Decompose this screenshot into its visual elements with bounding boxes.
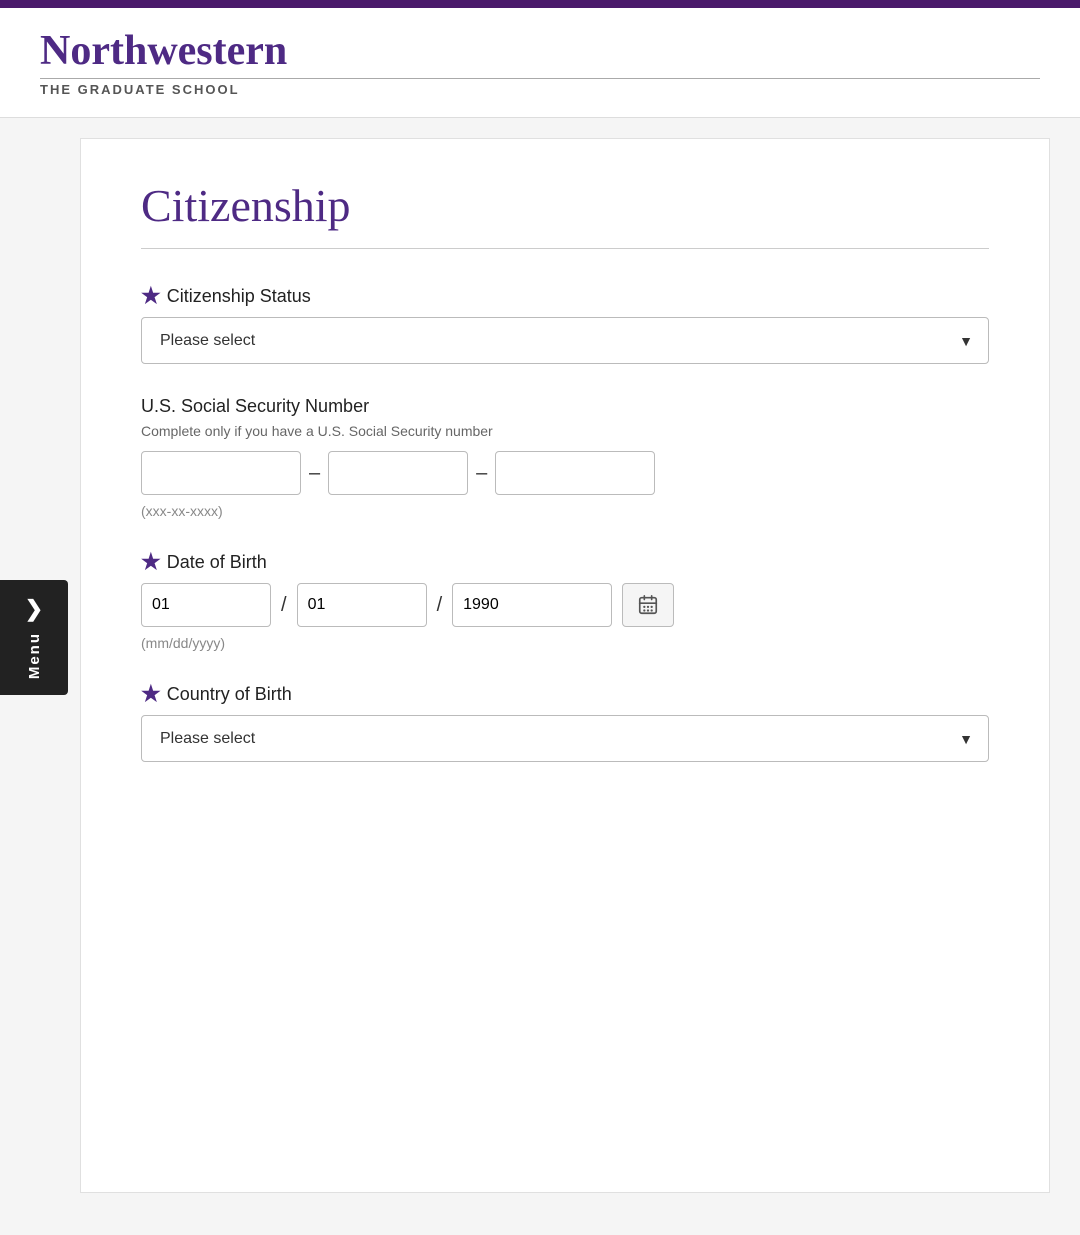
ssn-part2-input[interactable]	[328, 451, 468, 495]
ssn-inputs-container: – –	[141, 451, 989, 495]
ssn-label: U.S. Social Security Number	[141, 396, 989, 417]
dob-month-input[interactable]	[141, 583, 271, 627]
citizenship-status-label-text: Citizenship Status	[167, 286, 311, 307]
side-menu-arrow-icon: ❯	[25, 596, 43, 622]
dob-group: ★ Date of Birth / /	[141, 551, 989, 651]
dob-year-input[interactable]	[452, 583, 612, 627]
logo-container: Northwestern THE GRADUATE SCHOOL	[40, 28, 1040, 97]
dob-label-text: Date of Birth	[167, 552, 267, 573]
logo-name: Northwestern	[40, 28, 1040, 74]
dob-day-input[interactable]	[297, 583, 427, 627]
country-of-birth-label: ★ Country of Birth	[141, 683, 989, 705]
country-of-birth-group: ★ Country of Birth Please select ▼	[141, 683, 989, 762]
ssn-separator-1: –	[309, 462, 320, 485]
country-of-birth-label-text: Country of Birth	[167, 684, 292, 705]
country-of-birth-select-wrapper: Please select ▼	[141, 715, 989, 762]
top-accent-bar	[0, 0, 1080, 8]
ssn-format: (xxx-xx-xxxx)	[141, 503, 989, 519]
main-wrapper: Citizenship ★ Citizenship Status Please …	[0, 118, 1080, 1213]
header: Northwestern THE GRADUATE SCHOOL	[0, 8, 1080, 118]
ssn-group: U.S. Social Security Number Complete onl…	[141, 396, 989, 519]
citizenship-status-select-wrapper: Please select ▼	[141, 317, 989, 364]
citizenship-status-select[interactable]: Please select	[141, 317, 989, 364]
dob-required-star: ★	[141, 551, 161, 573]
dob-label: ★ Date of Birth	[141, 551, 989, 573]
side-menu-label: Menu	[26, 632, 43, 679]
side-menu-toggle[interactable]: ❯ Menu	[0, 580, 68, 695]
dob-separator-2: /	[437, 594, 443, 617]
logo-subtitle: THE GRADUATE SCHOOL	[40, 78, 1040, 97]
country-of-birth-required-star: ★	[141, 683, 161, 705]
content-area: Citizenship ★ Citizenship Status Please …	[80, 138, 1050, 1193]
citizenship-status-group: ★ Citizenship Status Please select ▼	[141, 285, 989, 364]
ssn-part1-input[interactable]	[141, 451, 301, 495]
dob-inputs-container: / /	[141, 583, 989, 627]
ssn-part3-input[interactable]	[495, 451, 655, 495]
calendar-icon	[637, 594, 659, 616]
country-of-birth-select[interactable]: Please select	[141, 715, 989, 762]
page-title: Citizenship	[141, 179, 989, 249]
ssn-hint: Complete only if you have a U.S. Social …	[141, 423, 989, 439]
citizenship-status-required-star: ★	[141, 285, 161, 307]
dob-calendar-button[interactable]	[622, 583, 674, 627]
citizenship-status-label: ★ Citizenship Status	[141, 285, 989, 307]
dob-separator-1: /	[281, 594, 287, 617]
dob-format: (mm/dd/yyyy)	[141, 635, 989, 651]
ssn-separator-2: –	[476, 462, 487, 485]
